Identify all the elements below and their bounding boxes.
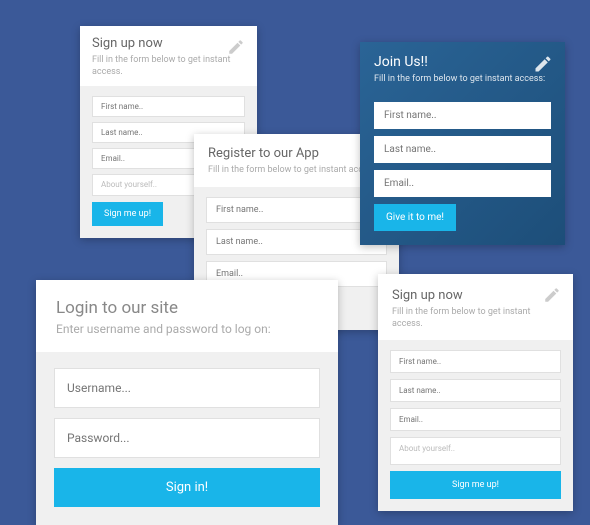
signup-button[interactable]: Sign me up! <box>390 471 561 499</box>
pencil-icon <box>227 38 245 60</box>
card-body: Sign in! <box>36 352 338 525</box>
give-it-button[interactable]: Give it to me! <box>374 204 456 231</box>
card-subtitle: Fill in the form below to get instant ac… <box>374 74 551 86</box>
card-subtitle: Fill in the form below to get instant ac… <box>208 165 385 177</box>
card-body: Give it to me! <box>360 96 565 245</box>
last-name-field[interactable] <box>390 379 561 402</box>
username-field[interactable] <box>54 368 320 408</box>
password-field[interactable] <box>54 418 320 458</box>
card-title: Sign up now <box>92 36 245 51</box>
first-name-field[interactable] <box>92 96 245 117</box>
first-name-field[interactable] <box>390 350 561 373</box>
about-field[interactable]: About yourself.. <box>390 437 561 465</box>
card-header: Sign up now Fill in the form below to ge… <box>80 26 257 86</box>
join-us-card: Join Us!! Fill in the form below to get … <box>360 42 565 245</box>
first-name-field[interactable] <box>374 102 551 129</box>
login-card: Login to our site Enter username and pas… <box>36 280 338 525</box>
email-field[interactable] <box>390 408 561 431</box>
card-subtitle: Fill in the form below to get instant ac… <box>392 307 559 330</box>
card-body: About yourself.. Sign me up! <box>378 340 573 511</box>
card-title: Join Us!! <box>374 54 551 70</box>
card-title: Login to our site <box>56 298 318 318</box>
pencil-icon <box>533 54 553 78</box>
card-header: Join Us!! Fill in the form below to get … <box>360 42 565 96</box>
signup-button[interactable]: Sign me up! <box>92 202 163 226</box>
pencil-icon <box>543 286 561 308</box>
card-header: Sign up now Fill in the form below to ge… <box>378 274 573 340</box>
signin-button[interactable]: Sign in! <box>54 468 320 507</box>
card-header: Login to our site Enter username and pas… <box>36 280 338 352</box>
last-name-field[interactable] <box>374 136 551 163</box>
card-subtitle: Fill in the form below to get instant ac… <box>92 55 245 78</box>
card-title: Register to our App <box>208 146 385 161</box>
card-subtitle: Enter username and password to log on: <box>56 322 318 338</box>
signup-card-bottom: Sign up now Fill in the form below to ge… <box>378 274 573 511</box>
card-title: Sign up now <box>392 288 559 303</box>
email-field[interactable] <box>374 170 551 197</box>
